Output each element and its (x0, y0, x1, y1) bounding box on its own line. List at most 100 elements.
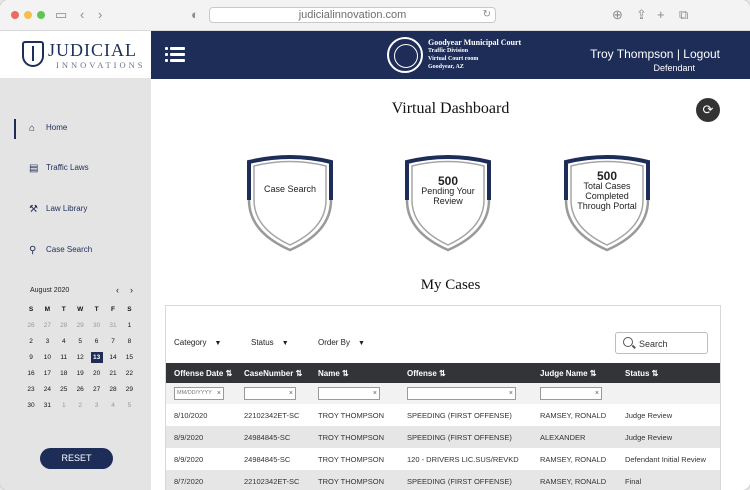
calendar-day[interactable]: 31 (107, 320, 119, 331)
download-icon[interactable]: ⊕ (612, 6, 623, 24)
search-input[interactable]: Search (615, 332, 708, 354)
sidebar-toggle-icon[interactable]: ▭ (55, 6, 67, 24)
table-row[interactable]: 8/7/2020 22102342ET-SC TROY THOMPSON SPEEDI… (166, 470, 720, 490)
clear-icon[interactable]: × (595, 388, 599, 399)
calendar-day[interactable]: 3 (41, 336, 53, 347)
completed-cases-badge[interactable]: 500 Total Cases Completed Through Portal (562, 154, 652, 252)
table-row[interactable]: 8/10/2020 22102342ET-SC TROY THOMPSON SPEED… (166, 404, 720, 426)
calendar-day[interactable]: 20 (91, 368, 103, 379)
calendar-day[interactable]: 1 (123, 320, 135, 331)
calendar-day[interactable]: 5 (123, 400, 135, 411)
privacy-icon[interactable]: ◐ (191, 6, 199, 24)
calendar-day[interactable]: 1 (58, 400, 70, 411)
calendar-day[interactable]: 27 (91, 384, 103, 395)
minimize-window-button[interactable] (24, 11, 32, 19)
calendar-day[interactable]: 11 (58, 352, 70, 363)
column-header-name[interactable]: Name ⇅ (318, 369, 349, 378)
calendar-day[interactable]: 26 (25, 320, 37, 331)
case-number-filter-input[interactable]: × (244, 387, 296, 400)
calendar-day[interactable]: 30 (91, 320, 103, 331)
share-icon[interactable]: ⇪ (636, 6, 647, 24)
column-header-offense-date[interactable]: Offense Date ⇅ (174, 369, 232, 378)
calendar-day[interactable]: 21 (107, 368, 119, 379)
column-header-case-number[interactable]: CaseNumber ⇅ (244, 369, 302, 378)
calendar-weekday: S (127, 306, 132, 313)
offense-filter-input[interactable]: × (407, 387, 516, 400)
calendar-month: August 2020 (30, 287, 70, 294)
calendar-day[interactable]: 2 (74, 400, 86, 411)
calendar-day[interactable]: 4 (107, 400, 119, 411)
table-row[interactable]: 8/9/2020 24984845-SC TROY THOMPSON SPEEDING… (166, 426, 720, 448)
clear-icon[interactable]: × (509, 388, 513, 399)
sidebar-item-law-library[interactable]: ⚒ Law Library (0, 200, 151, 220)
calendar-day[interactable]: 6 (91, 336, 103, 347)
calendar-day[interactable]: 19 (74, 368, 86, 379)
cell-name: TROY THOMPSON (318, 433, 384, 442)
calendar-day[interactable]: 27 (41, 320, 53, 331)
calendar-day[interactable]: 10 (41, 352, 53, 363)
column-header-judge-name[interactable]: Judge Name ⇅ (540, 369, 597, 378)
brand-logo[interactable]: JUDICIAL INNOVATIONS (0, 31, 151, 79)
calendar-day[interactable]: 30 (25, 400, 37, 411)
calendar-day[interactable]: 26 (74, 384, 86, 395)
judge-name-filter-input[interactable]: × (540, 387, 602, 400)
sidebar-item-traffic-laws[interactable]: ▤ Traffic Laws (0, 159, 151, 179)
sidebar-item-home[interactable]: ⌂ Home (0, 119, 151, 139)
case-search-badge[interactable]: Case Search (245, 154, 335, 252)
sidebar-item-case-search[interactable]: ⚲ Case Search (0, 241, 151, 261)
calendar-day[interactable]: 7 (107, 336, 119, 347)
status-filter[interactable]: Status ▼ (251, 338, 289, 347)
calendar-day[interactable]: 4 (58, 336, 70, 347)
calendar-day[interactable]: 8 (123, 336, 135, 347)
calendar-day[interactable]: 17 (41, 368, 53, 379)
calendar-weekday: S (28, 306, 34, 313)
new-tab-icon[interactable]: + (657, 6, 665, 24)
tabs-overview-icon[interactable]: ⧉ (679, 6, 688, 24)
logout-link[interactable]: Logout (683, 47, 720, 61)
calendar-day[interactable]: 13 (90, 352, 103, 363)
calendar-day[interactable]: 29 (74, 320, 86, 331)
calendar-day[interactable]: 18 (58, 368, 70, 379)
clear-icon[interactable]: × (289, 388, 293, 399)
calendar-day[interactable]: 9 (25, 352, 37, 363)
calendar-day[interactable]: 22 (123, 368, 135, 379)
back-icon[interactable]: ‹ (80, 6, 84, 24)
calendar-day[interactable]: 25 (58, 384, 70, 395)
calendar-day[interactable]: 24 (41, 384, 53, 395)
cell-name: TROY THOMPSON (318, 455, 384, 464)
clear-icon[interactable]: × (373, 388, 377, 399)
calendar-day[interactable]: 16 (25, 368, 37, 379)
reload-icon[interactable]: ↻ (483, 8, 491, 22)
calendar-day[interactable]: 15 (123, 352, 135, 363)
address-bar[interactable]: judicialinnovation.com ↻ (209, 7, 496, 23)
column-header-status[interactable]: Status ⇅ (625, 369, 658, 378)
calendar-day[interactable]: 31 (41, 400, 53, 411)
refresh-icon[interactable]: ⟳ (696, 98, 720, 122)
close-window-button[interactable] (11, 11, 19, 19)
calendar-day[interactable]: 23 (25, 384, 37, 395)
maximize-window-button[interactable] (37, 11, 45, 19)
clear-icon[interactable]: × (217, 388, 221, 399)
table-row[interactable]: 8/9/2020 24984845-SC TROY THOMPSON 120 - DR… (166, 448, 720, 470)
calendar-day[interactable]: 5 (74, 336, 86, 347)
offense-date-filter-input[interactable]: MM/DD/YYYY × (174, 387, 224, 400)
calendar-day[interactable]: 3 (91, 400, 103, 411)
calendar-day[interactable]: 28 (107, 384, 119, 395)
order-by-filter[interactable]: Order By ▼ (318, 338, 365, 347)
calendar-day[interactable]: 14 (107, 352, 119, 363)
pending-review-badge[interactable]: 500 Pending Your Review (403, 154, 493, 252)
column-header-offense[interactable]: Offense ⇅ (407, 369, 446, 378)
user-name[interactable]: Troy Thompson (590, 47, 673, 61)
reset-button[interactable]: RESET (40, 448, 113, 469)
calendar-day[interactable]: 29 (123, 384, 135, 395)
user-menu: Troy Thompson | Logout (590, 47, 720, 61)
forward-icon[interactable]: › (98, 6, 102, 24)
calendar-day[interactable]: 2 (25, 336, 37, 347)
name-filter-input[interactable]: × (318, 387, 380, 400)
calendar-next-icon[interactable]: › (130, 285, 133, 295)
calendar-day[interactable]: 12 (74, 352, 86, 363)
calendar-prev-icon[interactable]: ‹ (116, 285, 119, 295)
calendar-day[interactable]: 28 (58, 320, 70, 331)
menu-icon[interactable] (165, 46, 185, 62)
category-filter[interactable]: Category ▼ (174, 338, 221, 347)
